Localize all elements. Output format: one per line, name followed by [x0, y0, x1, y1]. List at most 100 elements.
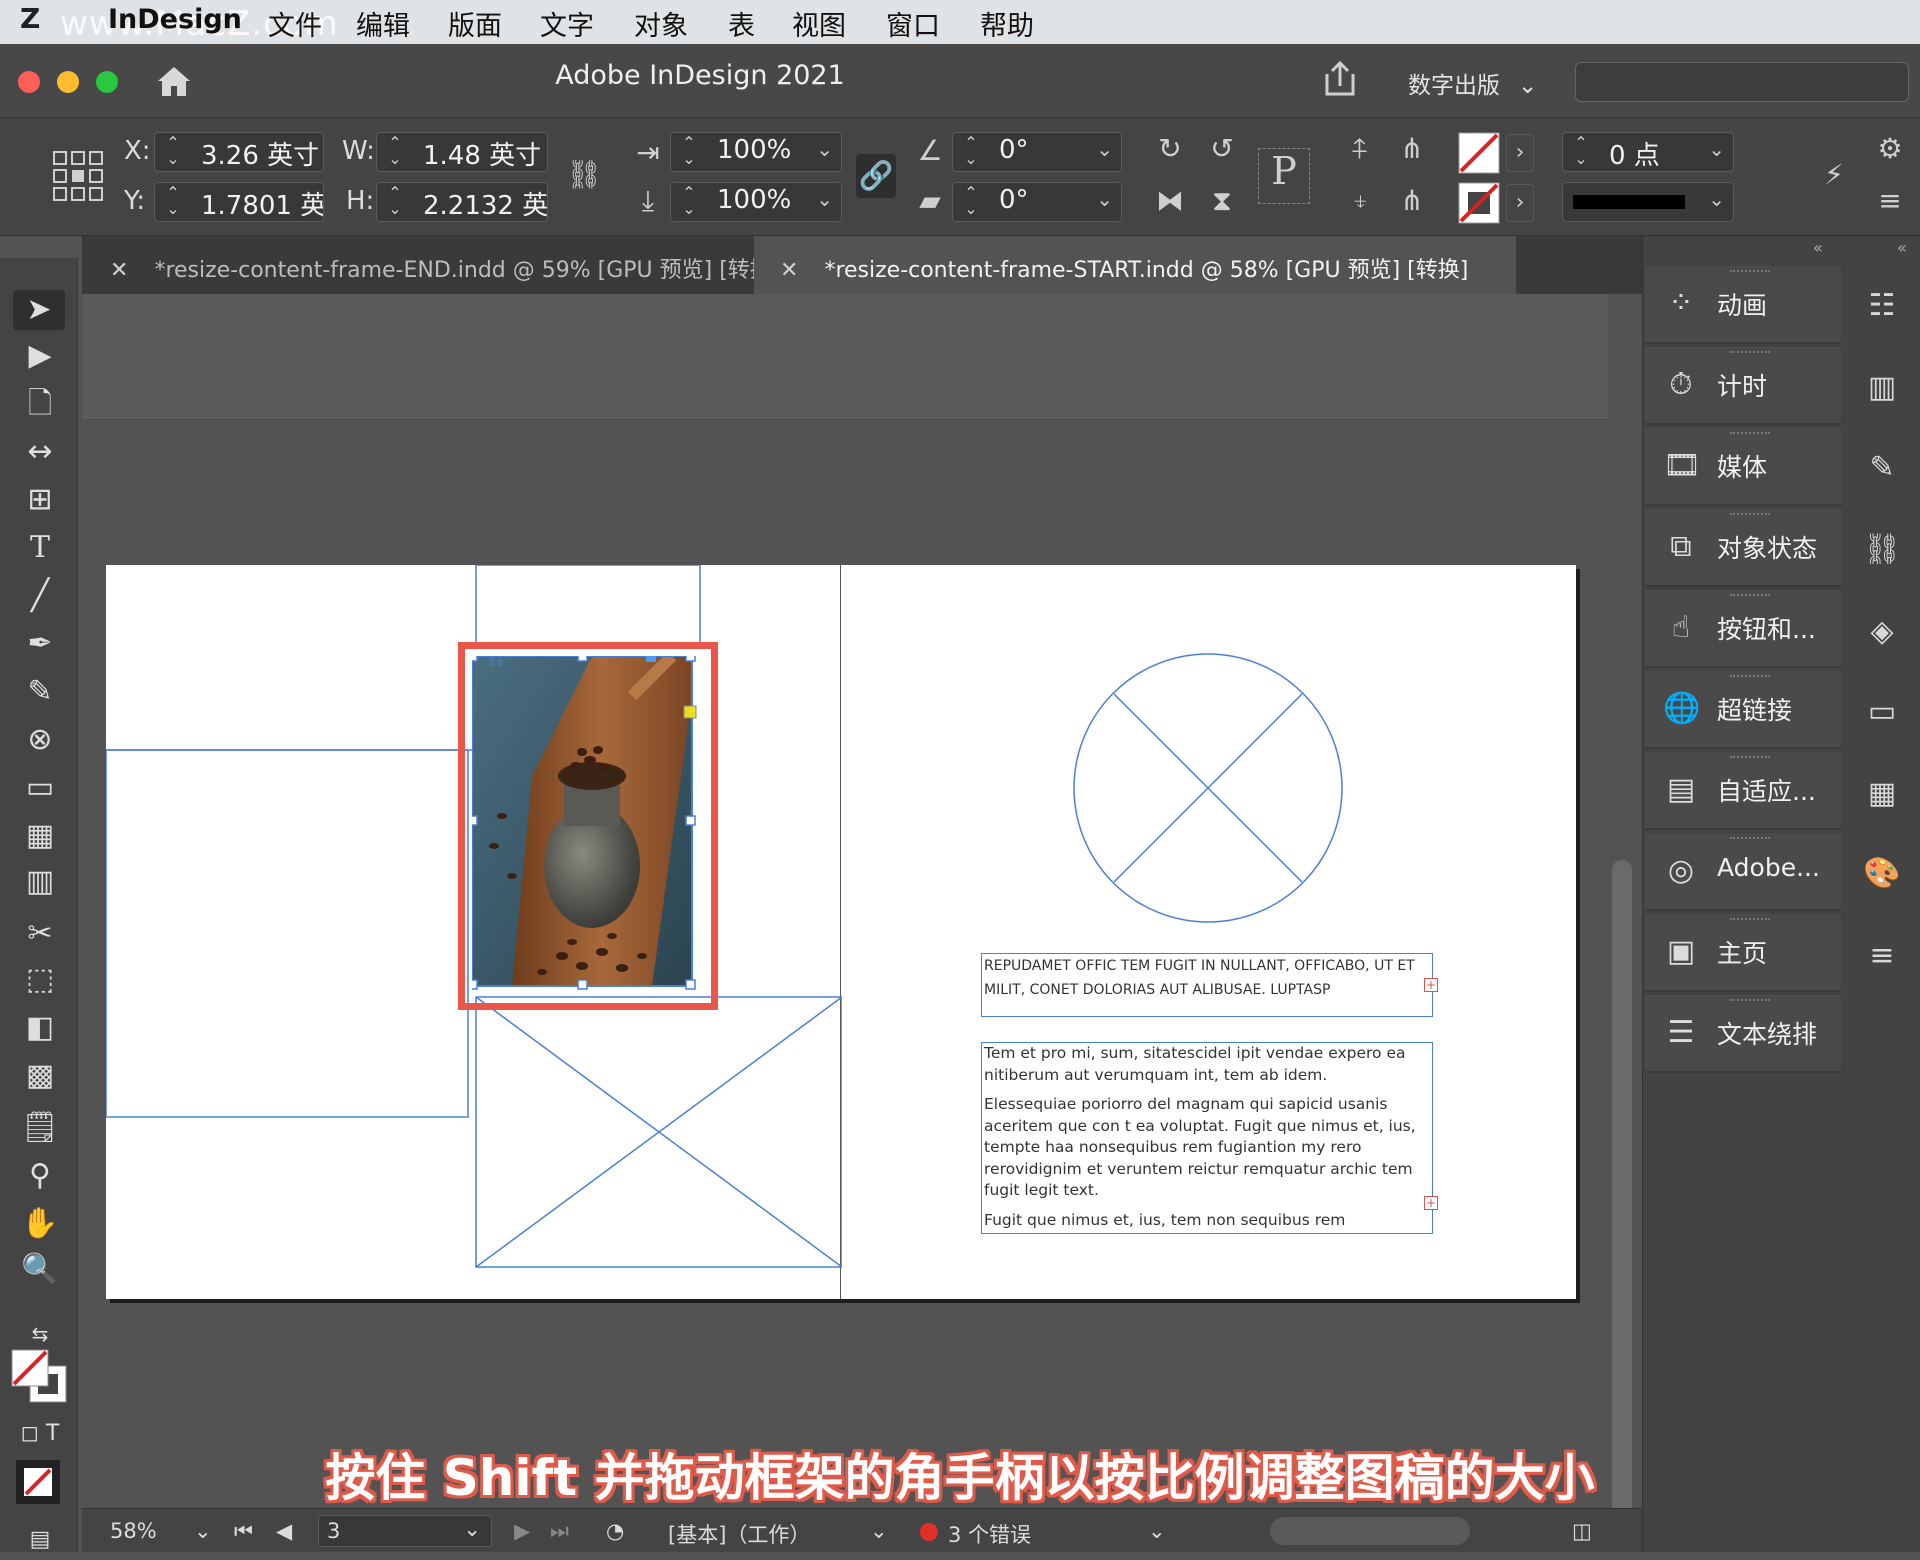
- content-collector-icon[interactable]: ⊞: [20, 480, 60, 520]
- link-scale-icon[interactable]: 🔗: [856, 154, 896, 198]
- chevron-down-icon[interactable]: ⌄: [1096, 187, 1113, 211]
- menu-window[interactable]: 窗口: [886, 4, 940, 43]
- menu-edit[interactable]: 编辑: [356, 4, 410, 43]
- constrain-proportions-icon[interactable]: ⛓: [566, 158, 602, 191]
- panel-media[interactable]: 🎞 媒体: [1645, 428, 1841, 506]
- type-tool-icon[interactable]: T: [20, 528, 60, 568]
- note-tool-icon[interactable]: 🗒: [20, 1108, 60, 1148]
- table-tool-icon[interactable]: ▦: [20, 816, 60, 856]
- gradient-icon[interactable]: ▭: [1862, 692, 1902, 732]
- horizontal-scrollbar[interactable]: [1270, 1517, 1470, 1545]
- menu-view[interactable]: 视图: [792, 4, 846, 43]
- chevron-down-icon[interactable]: ⌄: [816, 187, 833, 211]
- error-count[interactable]: 3 个错误: [948, 1519, 1031, 1549]
- gear-icon[interactable]: ⚙: [1870, 132, 1910, 165]
- workspace-switcher[interactable]: 数字出版 ⌄: [1408, 66, 1537, 100]
- stroke-lines-icon[interactable]: ≡: [1862, 936, 1902, 976]
- chevron-down-icon[interactable]: ⌄: [1708, 137, 1725, 161]
- scale-x-field[interactable]: ⌃ ⌄ 100% ⌄: [670, 132, 842, 172]
- stepper-icon[interactable]: ⌃ ⌄: [959, 135, 983, 169]
- edit-notes-icon[interactable]: ✎: [1862, 448, 1902, 488]
- panel-hyperlinks[interactable]: 🌐 超链接: [1645, 671, 1841, 749]
- color-palette-icon[interactable]: 🎨: [1862, 854, 1902, 894]
- menu-table[interactable]: 表: [728, 4, 755, 43]
- overset-text-icon[interactable]: +: [1424, 1196, 1438, 1210]
- scale-y-field[interactable]: ⌃ ⌄ 100% ⌄: [670, 182, 842, 222]
- eyedropper-tool-icon[interactable]: ⚲: [20, 1156, 60, 1196]
- w-field[interactable]: ⌃ ⌄ 1.48 英寸: [376, 132, 548, 172]
- gap-tool-icon[interactable]: ↔: [20, 432, 60, 472]
- page-number-field[interactable]: 3 ⌄: [318, 1515, 492, 1547]
- stepper-icon[interactable]: ⌃ ⌄: [383, 185, 407, 219]
- collapse-dock-icon[interactable]: «: [1897, 238, 1907, 257]
- chevron-down-icon[interactable]: ⌄: [1708, 187, 1725, 211]
- chevron-down-icon[interactable]: ⌄: [1096, 137, 1113, 161]
- links-icon[interactable]: ⛓: [1862, 530, 1902, 570]
- pen-tool-icon[interactable]: ✒: [20, 624, 60, 664]
- tab-resize-content-frame-start[interactable]: ✕ *resize-content-frame-START.indd @ 58% …: [754, 236, 1516, 294]
- panel-pages[interactable]: ▣ 主页: [1645, 914, 1841, 992]
- rectangle-tool-icon[interactable]: ▭: [20, 768, 60, 808]
- vertical-scrollbar[interactable]: [1612, 860, 1632, 1516]
- page-tool-icon[interactable]: 🗋: [20, 384, 60, 424]
- gradient-feather-tool-icon[interactable]: ▩: [20, 1056, 60, 1096]
- flip-horizontal-icon[interactable]: ⧓: [1150, 184, 1190, 217]
- body-text-frame[interactable]: Tem et pro mi, sum, sitatescidel ipit ve…: [981, 1042, 1433, 1234]
- rotate-counterclockwise-icon[interactable]: ↺: [1202, 132, 1242, 165]
- properties-sliders-icon[interactable]: ☷: [1862, 286, 1902, 326]
- stroke-none-swatch-icon[interactable]: [1458, 182, 1500, 224]
- chevron-down-icon[interactable]: ⌄: [194, 1519, 212, 1543]
- ellipse-frame-tool-icon[interactable]: ⊗: [20, 720, 60, 760]
- panel-timing[interactable]: ⏱ 计时: [1645, 347, 1841, 425]
- y-field[interactable]: ⌃⌄1.7801 英寸: [154, 182, 324, 222]
- menu-layout[interactable]: 版面: [448, 4, 502, 43]
- rotate-field[interactable]: ⌃ ⌄ 0° ⌄: [952, 132, 1122, 172]
- layers-icon[interactable]: ◈: [1862, 612, 1902, 652]
- first-page-icon[interactable]: ⏮: [234, 1519, 253, 1544]
- fill-none-swatch-icon[interactable]: [1458, 132, 1500, 174]
- stepper-icon[interactable]: ⌃ ⌄: [1569, 135, 1593, 169]
- panel-menu-icon[interactable]: ≡: [1870, 184, 1910, 217]
- select-content-icon[interactable]: ⍖: [1340, 184, 1380, 218]
- stroke-weight-field[interactable]: ⌃ ⌄ 0 点 ⌄: [1562, 132, 1734, 172]
- close-icon[interactable]: ✕: [780, 258, 798, 283]
- pencil-tool-icon[interactable]: ✎: [20, 672, 60, 712]
- panel-animation[interactable]: ⁘ 动画: [1645, 266, 1841, 344]
- chevron-down-icon[interactable]: ⌄: [1148, 1519, 1166, 1543]
- swatches-icon[interactable]: ▦: [1862, 774, 1902, 814]
- menu-type[interactable]: 文字: [540, 4, 594, 43]
- split-window-icon[interactable]: ◫: [1572, 1519, 1592, 1543]
- stepper-icon[interactable]: ⌃ ⌄: [677, 185, 701, 219]
- stepper-icon[interactable]: ⌃ ⌄: [161, 185, 185, 219]
- stepper-icon[interactable]: ⌃ ⌄: [161, 135, 185, 169]
- stepper-icon[interactable]: ⌃ ⌄: [677, 135, 701, 169]
- selection-tool-icon[interactable]: ➤: [13, 290, 65, 330]
- tab-resize-content-frame-end[interactable]: ✕ *resize-content-frame-END.indd @ 59% [G…: [110, 236, 830, 294]
- quick-apply-icon[interactable]: ⚡: [1814, 158, 1854, 191]
- fill-chevron-right-icon[interactable]: ›: [1506, 134, 1534, 172]
- overset-text-icon[interactable]: +: [1424, 978, 1438, 992]
- collapse-panels-icon[interactable]: «: [1813, 238, 1823, 257]
- panel-object-states[interactable]: ⧉ 对象状态: [1645, 509, 1841, 587]
- zoom-tool-icon[interactable]: 🔍: [20, 1250, 60, 1290]
- close-icon[interactable]: ✕: [110, 258, 128, 283]
- flip-vertical-icon[interactable]: ⧗: [1202, 184, 1242, 218]
- select-container-icon[interactable]: ⍏: [1340, 132, 1380, 166]
- ellipse-placeholder-frame[interactable]: [1060, 644, 1360, 944]
- stroke-type-dropdown[interactable]: ⌄: [1562, 182, 1734, 222]
- preflight-icon[interactable]: ◔: [606, 1519, 624, 1543]
- menu-help[interactable]: 帮助: [980, 4, 1034, 43]
- image-frame-coffee[interactable]: ⛓: [472, 656, 704, 996]
- select-next-icon[interactable]: ⋔: [1392, 184, 1432, 217]
- chevron-down-icon[interactable]: ⌄: [463, 1517, 481, 1541]
- panel-adobe-color[interactable]: ◎ Adobe...: [1645, 833, 1841, 911]
- stepper-icon[interactable]: ⌃ ⌄: [959, 185, 983, 219]
- fill-stroke-swatch-icon[interactable]: [10, 1348, 70, 1404]
- screen-mode-icon[interactable]: ▤: [20, 1520, 60, 1560]
- heading-text-frame[interactable]: REPUDAMET OFFIC TEM FUGIT IN NULLANT, OF…: [981, 953, 1433, 1017]
- shear-field[interactable]: ⌃ ⌄ 0° ⌄: [952, 182, 1122, 222]
- last-page-icon[interactable]: ⏭: [550, 1519, 569, 1544]
- next-page-icon[interactable]: ▶: [514, 1519, 530, 1543]
- rotate-clockwise-icon[interactable]: ↻: [1150, 132, 1190, 165]
- share-icon[interactable]: [1322, 60, 1358, 98]
